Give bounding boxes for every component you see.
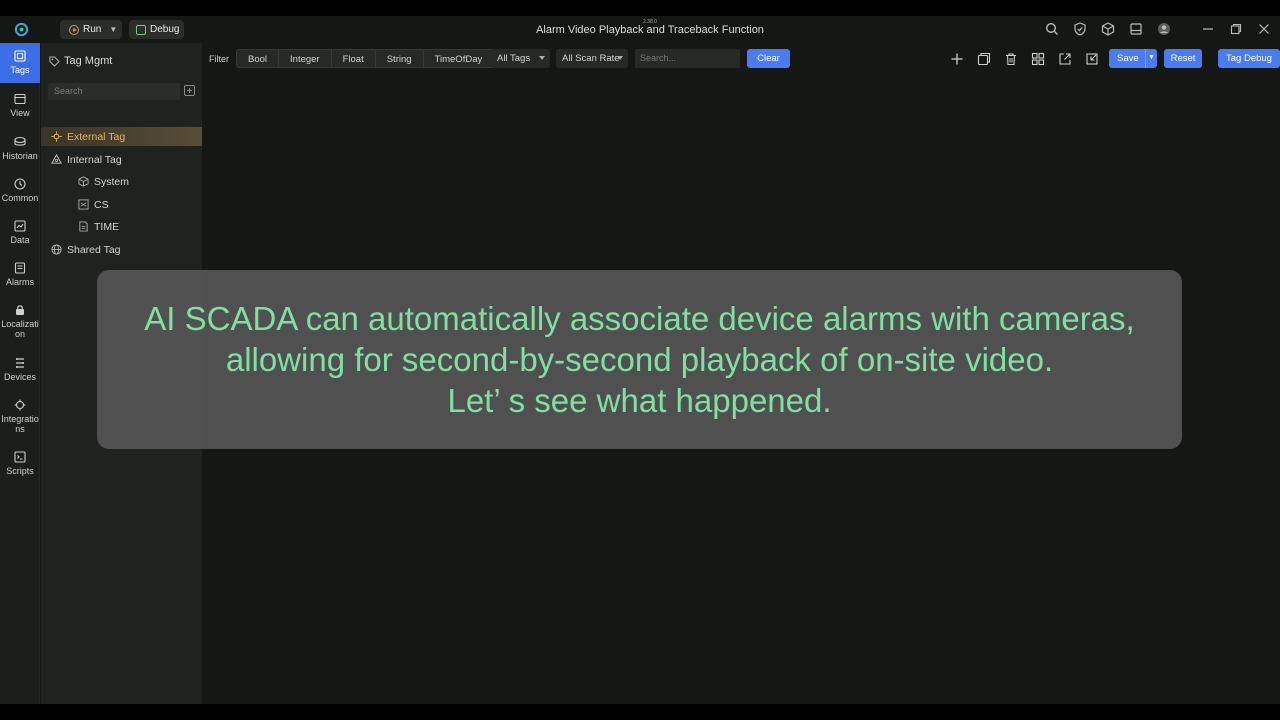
filter-bool-button[interactable]: Bool bbox=[237, 50, 280, 67]
integrations-icon bbox=[14, 399, 26, 411]
restore-icon[interactable] bbox=[1229, 22, 1243, 36]
external-tag-icon bbox=[51, 131, 62, 142]
devices-icon bbox=[16, 358, 24, 368]
tree-item-system[interactable]: System bbox=[41, 172, 202, 191]
common-icon bbox=[14, 178, 26, 190]
video-caption-overlay: AI SCADA can automatically associate dev… bbox=[97, 270, 1182, 449]
package-icon[interactable] bbox=[1101, 22, 1115, 36]
tree-item-cs[interactable]: CS bbox=[41, 195, 202, 214]
rail-item-integrations[interactable]: Integratio ns bbox=[0, 399, 40, 434]
rail-item-historian[interactable]: Historian bbox=[0, 136, 40, 161]
search-icon[interactable] bbox=[1045, 22, 1059, 36]
rail-item-devices[interactable]: Devices bbox=[0, 357, 40, 382]
caption-line-3: Let’ s see what happened. bbox=[447, 382, 832, 419]
rail-item-view[interactable]: View bbox=[0, 93, 40, 118]
tag-toolbar: Filter Bool Integer Float String TimeOfD… bbox=[202, 43, 1280, 76]
alarms-icon bbox=[14, 262, 26, 274]
minimize-icon[interactable] bbox=[1201, 22, 1215, 36]
user-avatar-icon[interactable] bbox=[1157, 22, 1171, 36]
historian-icon bbox=[14, 136, 26, 146]
rail-item-localization[interactable]: Localizati on bbox=[0, 304, 40, 339]
tags-icon bbox=[14, 50, 26, 62]
import-icon[interactable] bbox=[1085, 52, 1099, 66]
add-icon[interactable] bbox=[950, 52, 964, 66]
globe-icon bbox=[51, 244, 62, 255]
tree-item-internal-tag[interactable]: Internal Tag bbox=[41, 150, 202, 169]
caption-line-1: AI SCADA can automatically associate dev… bbox=[144, 300, 1135, 337]
filter-string-button[interactable]: String bbox=[376, 50, 424, 67]
letterbox-bottom bbox=[0, 704, 1280, 720]
scripts-icon bbox=[14, 451, 26, 463]
tree-search-input[interactable]: Search bbox=[48, 83, 180, 100]
tree-item-shared-tag[interactable]: Shared Tag bbox=[41, 240, 202, 259]
caret-down-icon bbox=[617, 56, 623, 60]
copy-icon[interactable] bbox=[977, 52, 991, 66]
save-button[interactable]: Save ▼ bbox=[1109, 49, 1157, 68]
export-icon[interactable] bbox=[1058, 52, 1072, 66]
filter-timeofday-button[interactable]: TimeOfDay bbox=[424, 50, 494, 67]
filter-float-button[interactable]: Float bbox=[332, 50, 376, 67]
close-icon[interactable] bbox=[1257, 22, 1271, 36]
tag-icon bbox=[49, 55, 60, 67]
reset-button[interactable]: Reset bbox=[1164, 49, 1202, 68]
rail-item-common[interactable]: Common bbox=[0, 178, 40, 203]
shield-icon[interactable] bbox=[1073, 22, 1087, 36]
rail-item-scripts[interactable]: Scripts bbox=[0, 451, 40, 476]
filter-label: Filter bbox=[209, 54, 229, 64]
nav-rail: Tags View Historian Common Data Alarms L… bbox=[0, 43, 40, 704]
caret-down-icon bbox=[539, 56, 545, 60]
tree-item-time[interactable]: TIME bbox=[41, 217, 202, 236]
all-tags-select[interactable]: All Tags bbox=[491, 49, 550, 68]
view-icon bbox=[14, 93, 26, 105]
add-folder-icon[interactable] bbox=[184, 85, 195, 96]
tag-debug-button[interactable]: Tag Debug bbox=[1218, 49, 1280, 68]
caption-line-2: allowing for second-by-second playback o… bbox=[225, 341, 1054, 378]
grid-icon[interactable] bbox=[1031, 52, 1045, 66]
title-bar: Run ▼ Debug 2.38.0 Alarm Video Playback … bbox=[0, 16, 1280, 43]
rail-item-data[interactable]: Data bbox=[0, 220, 40, 245]
data-icon bbox=[14, 220, 26, 232]
filter-integer-button[interactable]: Integer bbox=[279, 50, 332, 67]
delete-icon[interactable] bbox=[1004, 52, 1018, 66]
tag-search-input[interactable]: Search... bbox=[635, 49, 740, 68]
cube-icon bbox=[78, 176, 89, 187]
internal-tag-icon bbox=[51, 154, 62, 164]
layout-icon[interactable] bbox=[1129, 22, 1143, 36]
scan-rate-select[interactable]: All Scan Rate bbox=[556, 49, 628, 68]
localization-icon bbox=[16, 305, 24, 315]
table-icon bbox=[78, 199, 89, 210]
type-filter-group: Bool Integer Float String TimeOfDay bbox=[236, 49, 495, 68]
window-title: Alarm Video Playback and Traceback Funct… bbox=[536, 24, 764, 36]
file-icon bbox=[79, 221, 88, 232]
tree-header: Tag Mgmt bbox=[49, 55, 112, 67]
rail-item-alarms[interactable]: Alarms bbox=[0, 262, 40, 287]
tree-item-external-tag[interactable]: External Tag bbox=[41, 127, 202, 146]
chevron-down-icon[interactable]: ▼ bbox=[1145, 49, 1157, 68]
clear-button[interactable]: Clear bbox=[747, 49, 790, 68]
rail-item-tags[interactable]: Tags bbox=[0, 43, 40, 83]
